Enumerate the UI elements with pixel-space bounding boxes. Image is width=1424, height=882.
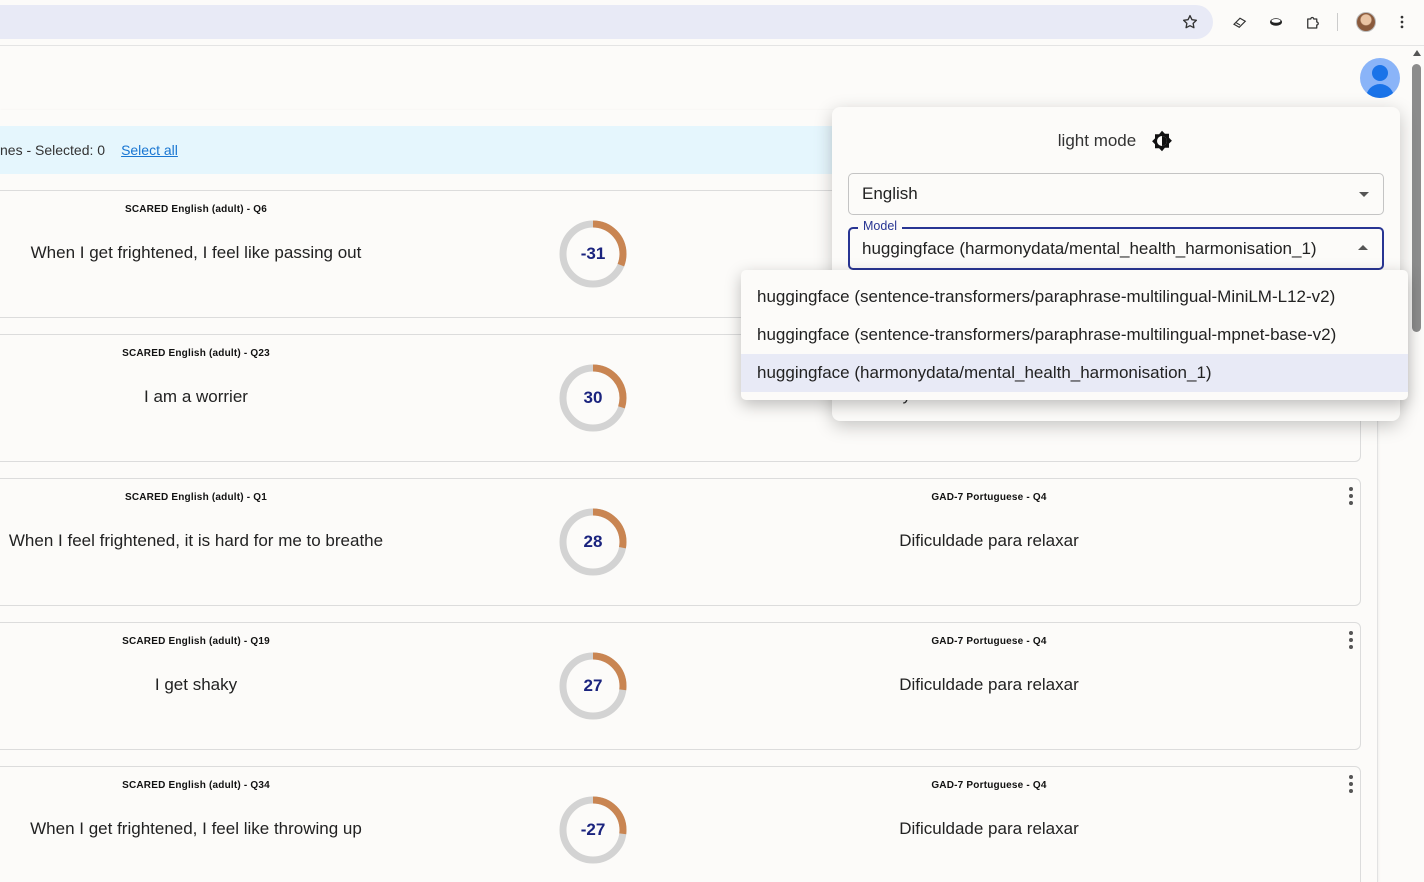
- brightness-icon[interactable]: [1150, 129, 1174, 153]
- model-option[interactable]: huggingface (sentence-transformers/parap…: [741, 316, 1408, 354]
- address-bar[interactable]: [0, 5, 1213, 39]
- right-question-text: Dificuldade para relaxar: [899, 675, 1079, 694]
- left-question-source: SCARED English (adult) - Q34: [122, 780, 270, 791]
- left-question-text: When I get frightened, I feel like throw…: [30, 819, 362, 838]
- chevron-down-icon: [1359, 192, 1369, 197]
- similarity-score: 27: [583, 676, 603, 695]
- extension-puzzle-icon[interactable]: [1302, 11, 1324, 33]
- similarity-gauge: -31: [557, 218, 629, 290]
- toolbar-divider: [1337, 13, 1338, 31]
- more-vertical-icon[interactable]: [1391, 11, 1413, 33]
- scroll-thumb[interactable]: [1412, 64, 1421, 332]
- avatar-head: [1372, 65, 1388, 81]
- browser-toolbar: [0, 0, 1424, 46]
- page-scrollbar[interactable]: [1410, 46, 1424, 882]
- right-question-source: GAD-7 Portuguese - Q4: [931, 780, 1047, 791]
- similarity-score: -27: [580, 820, 606, 839]
- left-question-text: I am a worrier: [144, 387, 248, 406]
- left-question-text: When I feel frightened, it is hard for m…: [8, 531, 384, 550]
- card-menu-icon[interactable]: [1348, 487, 1354, 505]
- avatar-body: [1366, 84, 1394, 98]
- similarity-score: -31: [580, 244, 606, 263]
- language-select[interactable]: English: [848, 173, 1384, 215]
- user-avatar-icon[interactable]: [1360, 58, 1400, 98]
- model-select[interactable]: Model huggingface (harmonydata/mental_he…: [848, 219, 1384, 270]
- right-question-source: GAD-7 Portuguese - Q4: [931, 636, 1047, 647]
- similarity-gauge: 27: [557, 650, 629, 722]
- select-all-link[interactable]: Select all: [121, 142, 178, 158]
- right-question-text: Dificuldade para relaxar: [899, 531, 1079, 550]
- similarity-gauge: -27: [557, 794, 629, 866]
- left-question-source: SCARED English (adult) - Q1: [124, 492, 268, 503]
- similarity-score: 28: [583, 532, 603, 551]
- left-question-source: SCARED English (adult) - Q23: [122, 348, 270, 359]
- theme-toggle[interactable]: light mode: [832, 127, 1400, 155]
- model-option[interactable]: huggingface (harmonydata/mental_health_h…: [741, 354, 1408, 392]
- left-question-source: SCARED English (adult) - Q19: [122, 636, 270, 647]
- similarity-gauge: 30: [557, 362, 629, 434]
- browser-profile-avatar[interactable]: [1356, 12, 1376, 32]
- model-options-listbox: huggingface (sentence-transformers/parap…: [741, 270, 1408, 400]
- model-label: Model: [858, 219, 903, 233]
- chevron-up-icon: [1358, 245, 1368, 250]
- scroll-up-arrow-icon[interactable]: [1413, 50, 1421, 56]
- selection-count-text: nes - Selected: 0: [0, 142, 106, 158]
- card-menu-icon[interactable]: [1348, 631, 1354, 649]
- left-question-source: SCARED English (adult) - Q6: [124, 204, 268, 215]
- model-value: huggingface (harmonydata/mental_health_h…: [862, 238, 1317, 258]
- extension-eraser-icon[interactable]: [1229, 11, 1251, 33]
- similarity-gauge: 28: [557, 506, 629, 578]
- match-card[interactable]: SCARED English (adult) - Q19 I get shaky 2…: [0, 622, 1361, 750]
- match-card[interactable]: SCARED English (adult) - Q34 When I get f…: [0, 766, 1361, 882]
- similarity-score: 30: [583, 388, 603, 407]
- extension-disc-icon[interactable]: [1265, 11, 1287, 33]
- right-question-text: Dificuldade para relaxar: [899, 819, 1079, 838]
- card-menu-icon[interactable]: [1348, 775, 1354, 793]
- theme-mode-label: light mode: [1057, 131, 1137, 150]
- star-icon[interactable]: [1179, 11, 1201, 33]
- match-card[interactable]: SCARED English (adult) - Q1 When I feel f…: [0, 478, 1361, 606]
- left-question-text: When I get frightened, I feel like passi…: [30, 243, 362, 262]
- model-option[interactable]: huggingface (sentence-transformers/parap…: [741, 278, 1408, 316]
- language-value: English: [862, 184, 918, 203]
- left-question-text: I get shaky: [154, 675, 238, 694]
- right-question-source: GAD-7 Portuguese - Q4: [931, 492, 1047, 503]
